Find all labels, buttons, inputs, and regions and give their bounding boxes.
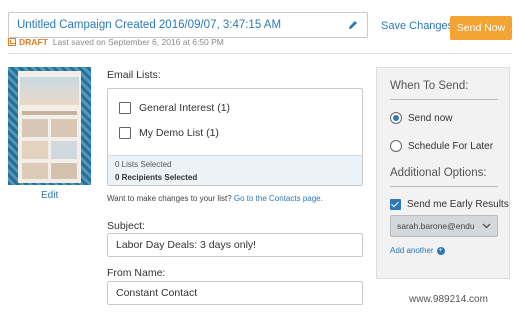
panel-divider [390,186,498,187]
plus-icon: + [436,246,445,255]
contacts-hint-text: Want to make changes to your list? [107,194,232,203]
draft-status: DRAFT Last saved on September 6, 2016 at… [8,37,224,47]
edit-link[interactable]: Edit [41,190,58,201]
send-now-button[interactable]: Send Now [450,16,512,40]
add-another-label: Add another [390,246,434,255]
early-results-label: Send me Early Results [407,199,509,210]
pencil-icon[interactable] [347,19,359,31]
early-results-checkbox[interactable] [390,199,401,210]
early-results-option[interactable]: Send me Early Results [390,199,509,210]
send-options-panel: When To Send: Send now Schedule For Late… [376,67,510,279]
send-now-option[interactable]: Send now [390,112,452,124]
email-lists-box: General Interest (1) My Demo List (1) 0 … [107,88,363,186]
schedule-later-label: Schedule For Later [408,140,494,152]
thumbnail-image-block [22,141,48,159]
subject-value: Labor Day Deals: 3 days only! [116,239,257,251]
early-results-email-value: sarah.barone@endu [397,221,475,231]
lists-selected-count: 0 Lists Selected [115,160,172,169]
thumbnail-image-block [22,163,48,179]
lists-summary: 0 Lists Selected 0 Recipients Selected [108,155,362,185]
early-results-email-select[interactable]: sarah.barone@endu [390,215,498,237]
draft-label: DRAFT [19,37,48,47]
draft-icon [8,38,16,46]
contacts-page-link[interactable]: Go to the Contacts page. [234,194,323,203]
schedule-later-radio[interactable] [390,140,402,152]
contacts-hint: Want to make changes to your list? Go to… [107,194,323,203]
from-name-input[interactable]: Constant Contact [107,281,363,305]
thumbnail-image-block [22,119,48,137]
thumbnail-image-block [51,163,77,179]
schedule-later-option[interactable]: Schedule For Later [390,140,493,152]
additional-options-heading: Additional Options: [390,167,487,179]
thumbnail-image-block [51,119,77,137]
my-demo-list-checkbox[interactable] [119,127,131,139]
from-name-value: Constant Contact [116,287,198,299]
campaign-title-value[interactable]: Untitled Campaign Created 2016/09/07, 3:… [17,19,347,31]
email-lists-label: Email Lists: [107,69,161,81]
general-interest-checkbox[interactable] [119,102,131,114]
subject-label: Subject: [107,220,145,232]
recipients-selected-count: 0 Recipients Selected [115,173,198,182]
list-item-label: My Demo List (1) [139,127,219,139]
list-item-label: General Interest (1) [139,102,231,114]
thumbnail-image-block [51,141,77,159]
thumbnail-hero-image [20,77,79,105]
last-saved-text: Last saved on September 6, 2016 at 6:50 … [52,37,224,47]
from-name-label: From Name: [107,267,166,279]
send-now-radio[interactable] [390,112,402,124]
subject-input[interactable]: Labor Day Deals: 3 days only! [107,233,363,257]
email-preview-thumbnail[interactable] [8,67,91,185]
send-now-option-label: Send now [408,112,453,124]
add-another-link[interactable]: Add another + [390,246,445,255]
chevron-down-icon [482,223,491,229]
panel-divider [390,99,498,100]
list-item-my-demo-list[interactable]: My Demo List (1) [119,127,219,139]
save-changes-button[interactable]: Save Changes [381,20,453,32]
list-item-general-interest[interactable]: General Interest (1) [119,102,230,114]
watermark: www.989214.com [409,294,488,305]
header-divider [8,53,512,54]
thumbnail-heading [22,111,77,115]
campaign-title-field[interactable]: Untitled Campaign Created 2016/09/07, 3:… [8,12,368,38]
when-to-send-heading: When To Send: [390,80,469,92]
